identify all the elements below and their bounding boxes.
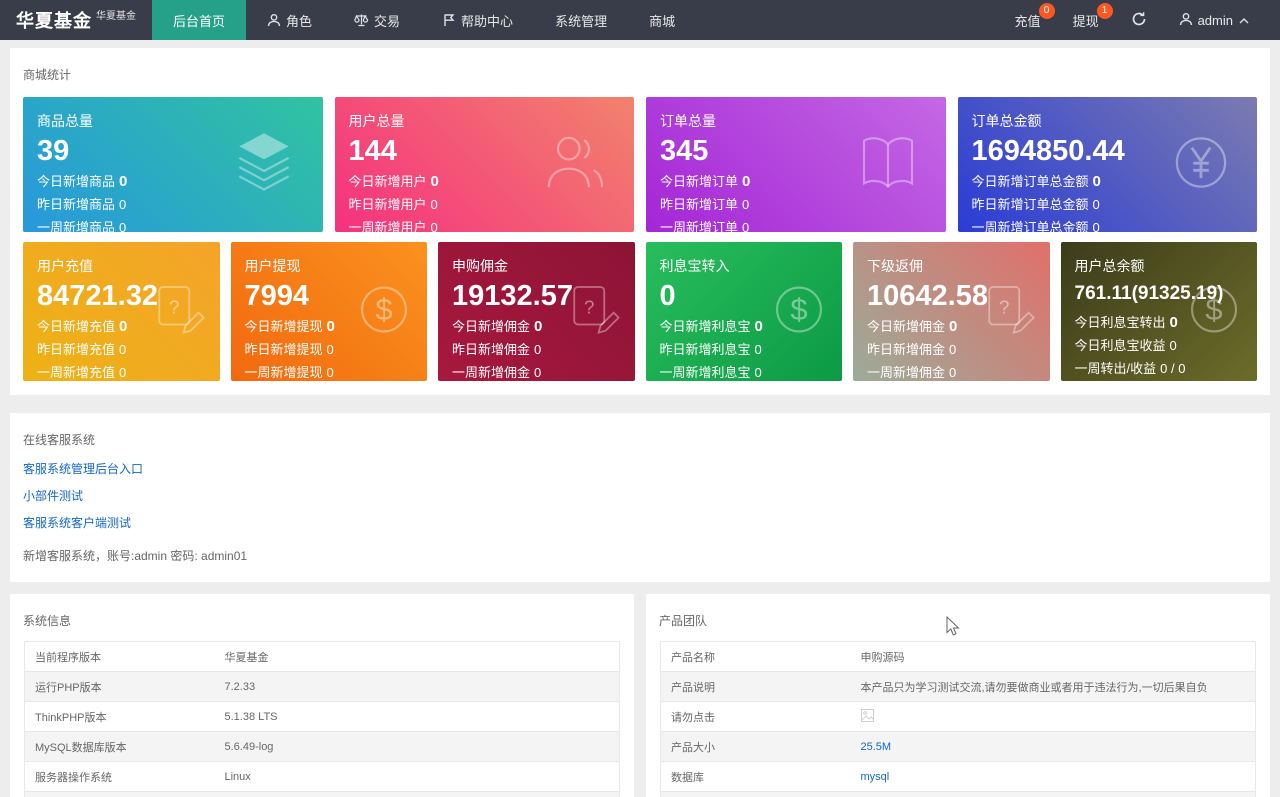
table-row: 请勿点击 [660,701,1256,732]
card-title: 用户总余额 [1074,258,1145,274]
user-menu[interactable]: admin [1163,0,1266,40]
table-row: 版本20100106 [660,791,1256,797]
nav-item-label: 交易 [374,13,401,29]
brand-title: 华夏基金 [16,11,92,31]
layers-icon [227,125,301,204]
top-navbar: 华夏基金 华夏基金 后台首页 角色 交易 帮助中心 系统管理 商城 充值 0 提… [0,0,1280,40]
card-title: 用户提现 [244,258,301,274]
nav-item-trade[interactable]: 交易 [333,0,421,40]
widget-test-link[interactable]: 小部件测试 [23,487,1257,504]
nav-item-label: 系统管理 [555,13,608,29]
dollar-circle-icon: $ [768,278,830,345]
card-title: 利息宝转入 [659,258,730,274]
bottom-panels: 系统信息 当前程序版本 华夏基金 运行PHP版本 7.2.33 ThinkPHP版本… [10,594,1270,797]
product-team-title: 产品团队 [659,614,708,628]
main-nav: 后台首页 角色 交易 帮助中心 系统管理 商城 [152,0,696,40]
product-size-link[interactable]: 25.5M [861,741,892,753]
stat-card-user-recharge: 用户充值 84721.32 今日新增充值 0 昨日新增充值 0 一周新增充值 0 ? [23,242,220,381]
stat-card-total-orders: 订单总量 345 今日新增订单 0 昨日新增订单 0 一周新增订单 0 [646,97,946,232]
table-row: 产品大小 25.5M [660,731,1256,762]
system-info-table: 当前程序版本 华夏基金 运行PHP版本 7.2.33 ThinkPHP版本 5.1.3… [24,641,620,797]
svg-text:$: $ [375,291,392,326]
stat-card-sub-rebate: 下级返佣 10642.58 今日新增佣金 0 昨日新增佣金 0 一周新增佣金 0 ? [853,242,1050,381]
table-row: 产品名称 申购源码 [671,651,905,664]
stat-card-user-balance: 用户总余额 761.11(91325.19) 今日利息宝转出 0 今日利息宝收益 0… [1060,242,1257,381]
nav-item-system[interactable]: 系统管理 [534,0,628,40]
withdraw-badge: 1 [1096,3,1113,19]
svg-text:?: ? [169,296,179,317]
product-team-panel: 产品团队 产品名称 申购源码 产品说明 本产品只为学习测试交流,请勿要做商业或者用于… [646,594,1270,797]
service-admin-entry-link[interactable]: 客服系统管理后台入口 [23,460,1257,477]
broken-image-icon [860,708,874,725]
stat-card-purchase-commission: 申购佣金 19132.57 今日新增佣金 0 昨日新增佣金 0 一周新增佣金 0 ? [438,242,635,381]
table-row: ThinkPHP版本 5.1.38 LTS [24,701,620,732]
users-icon [538,125,612,204]
doc-question-icon: ? [563,279,623,344]
recharge-badge: 0 [1038,3,1055,19]
stats-panel-title: 商城统计 [23,68,72,82]
nav-item-help[interactable]: 帮助中心 [421,0,534,40]
table-row: 服务器操作系统 Linux [24,761,620,792]
mall-stats-panel: 商城统计 商品总量 39 今日新增商品 0 昨日新增商品 0 一周新增商品 0 用户总… [10,48,1270,395]
svg-text:?: ? [999,296,1009,317]
table-row: 产品说明 本产品只为学习测试交流,请勿要做商业或者用于违法行为,一切后果自负 [660,671,1256,702]
card-title: 申购佣金 [452,258,508,274]
doc-question-icon: ? [148,279,208,344]
refresh-icon [1131,11,1147,30]
stat-card-order-amount: 订单总金额 1694850.44 今日新增订单总金额 0 昨日新增订单总金额 0 一… [957,97,1257,232]
nav-item-label: 后台首页 [173,13,226,29]
yen-circle-icon [1167,128,1235,201]
stat-card-user-withdraw: 用户提现 7994 今日新增提现 0 昨日新增提现 0 一周新增提现 0 $ [230,242,427,381]
product-team-table: 产品名称 申购源码 产品说明 本产品只为学习测试交流,请勿要做商业或者用于违法行为,… [660,641,1256,797]
flag-icon [442,13,456,27]
table-row: 当前程序版本 华夏基金 [35,651,269,664]
card-title: 下级返佣 [867,258,923,274]
table-row: 数据库 mysql [660,761,1256,792]
stat-card-total-users: 用户总量 144 今日新增用户 0 昨日新增用户 0 一周新增用户 0 [334,97,634,232]
nav-item-label: 角色 [286,13,313,29]
admin-user-icon [1179,12,1193,29]
svg-text:?: ? [584,296,594,317]
database-link[interactable]: mysql [861,771,890,783]
nav-item-label: 商城 [649,13,676,29]
recharge-label: 充值 [1014,13,1041,29]
table-row: MySQL数据库版本 5.6.49-log [24,731,620,762]
brand-logo[interactable]: 华夏基金 华夏基金 [0,0,152,40]
nav-item-label: 帮助中心 [461,13,514,29]
nav-item-roles[interactable]: 角色 [246,0,333,40]
system-info-panel: 系统信息 当前程序版本 华夏基金 运行PHP版本 7.2.33 ThinkPHP版本… [10,594,634,797]
stat-card-total-products: 商品总量 39 今日新增商品 0 昨日新增商品 0 一周新增商品 0 [23,97,323,232]
nav-item-mall[interactable]: 商城 [628,0,696,40]
nav-item-home[interactable]: 后台首页 [152,0,247,40]
brand-subtitle: 华夏基金 [96,10,136,22]
dollar-circle-icon: $ [1183,278,1245,345]
card-title: 用户充值 [37,258,93,274]
scale-icon [354,13,369,27]
withdraw-label: 提现 [1072,13,1099,29]
client-test-link[interactable]: 客服系统客户端测试 [23,514,1257,531]
service-note: 新增客服系统，账号:admin 密码: admin01 [23,549,248,563]
stats-small-row: 用户充值 84721.32 今日新增充值 0 昨日新增充值 0 一周新增充值 0 ? … [23,242,1257,381]
service-panel-title: 在线客服系统 [23,433,96,447]
service-links: 客服系统管理后台入口 小部件测试 客服系统客户端测试 [10,448,1270,531]
chevron-up-icon [1238,13,1250,28]
withdraw-button[interactable]: 提现 1 [1057,0,1115,40]
table-row: 运行PHP版本 7.2.33 [24,671,620,702]
stats-large-row: 商品总量 39 今日新增商品 0 昨日新增商品 0 一周新增商品 0 用户总量 144… [23,97,1257,232]
svg-text:$: $ [1205,291,1222,326]
dollar-circle-icon: $ [353,278,415,345]
table-row: WEB运行环境fpm-fcgi [24,791,620,797]
user-icon [267,13,281,27]
username-label: admin [1197,12,1233,28]
stat-card-interest-in: 利息宝转入 0 今日新增利息宝 0 昨日新增利息宝 0 一周新增利息宝 0 $ [645,242,842,381]
doc-question-icon: ? [978,279,1038,344]
refresh-button[interactable] [1115,0,1163,40]
system-info-title: 系统信息 [23,614,72,628]
recharge-button[interactable]: 充值 0 [999,0,1057,40]
service-panel: 在线客服系统 客服系统管理后台入口 小部件测试 客服系统客户端测试 新增客服系统… [10,413,1270,582]
navbar-right: 充值 0 提现 1 admin [999,0,1280,40]
svg-text:$: $ [790,291,807,326]
book-icon [852,126,924,203]
